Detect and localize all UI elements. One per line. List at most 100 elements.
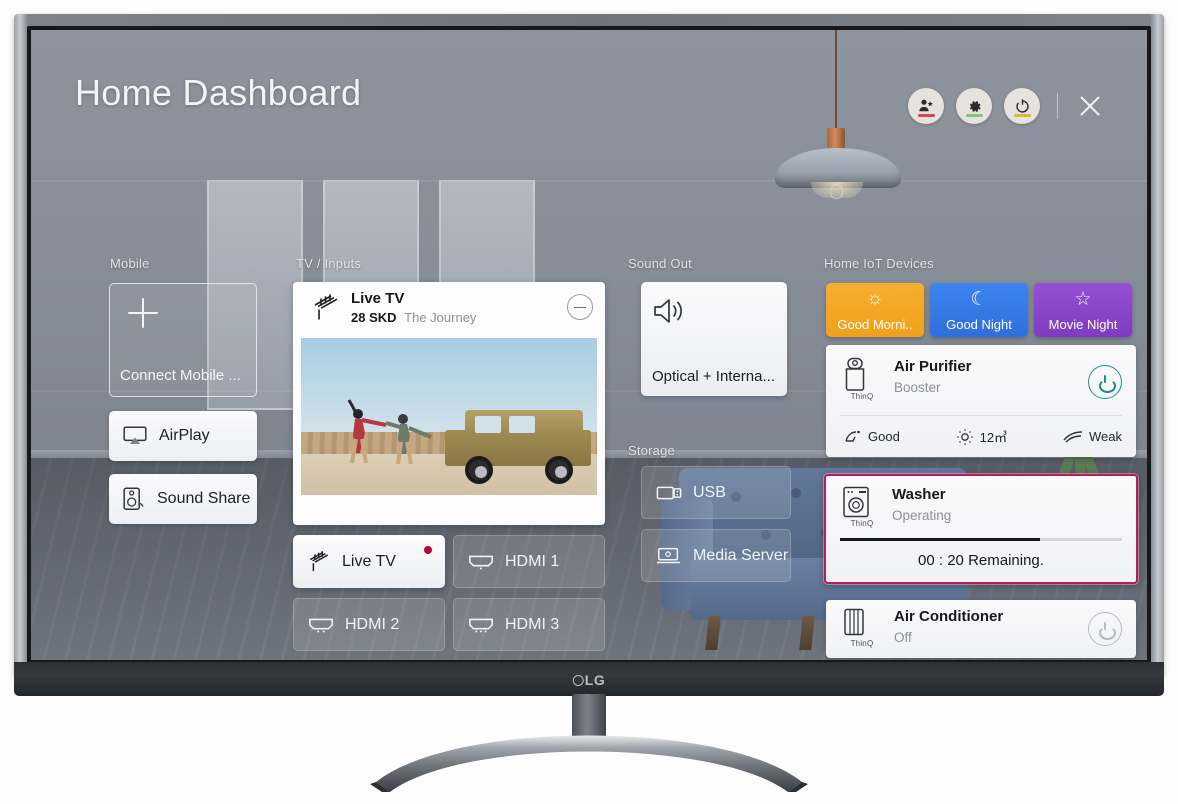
profile-underline xyxy=(917,114,935,117)
input-tile-hdmi-1[interactable]: HDMI 1 xyxy=(453,535,605,588)
settings-underline xyxy=(965,114,983,117)
airplay-tile[interactable]: AirPlay xyxy=(109,411,257,461)
tv-stand-base xyxy=(370,735,808,792)
air-quality-icon xyxy=(845,430,860,442)
scene-tile-good-night[interactable]: ☾ Good Night xyxy=(930,283,1028,337)
storage-tile-usb[interactable]: USB xyxy=(641,466,791,519)
antenna-icon xyxy=(314,294,338,320)
refresh-power-icon xyxy=(1015,98,1029,113)
dancing-people-illustration xyxy=(347,399,432,465)
iot-card-air-conditioner[interactable]: ThinQ Air Conditioner Off xyxy=(826,600,1136,658)
section-label-mobile: Mobile xyxy=(110,256,150,271)
washer-progress-fill xyxy=(840,538,1041,541)
power-underline xyxy=(1013,114,1031,117)
section-label-storage: Storage xyxy=(628,443,675,458)
section-label-tv-inputs: TV / Inputs xyxy=(296,256,362,271)
air-quality-stats: Good 12㎥ Weak xyxy=(844,427,1122,446)
moon-icon: ☾ xyxy=(970,289,988,310)
media-server-icon xyxy=(656,547,681,563)
live-tv-header: Live TV 28 SKD The Journey xyxy=(293,282,605,335)
iot-card-air-purifier[interactable]: ThinQ Air Purifier Booster Good 12㎥ Weak xyxy=(826,345,1136,457)
device-state: Booster xyxy=(894,380,941,395)
airflow-icon xyxy=(1063,430,1083,443)
storage-label: USB xyxy=(693,483,726,501)
accessibility-profile-icon[interactable] xyxy=(908,88,944,124)
input-tile-hdmi-3[interactable]: HDMI 3 xyxy=(453,598,605,651)
scene-label: Movie Night xyxy=(1048,317,1118,332)
device-name: Washer xyxy=(892,486,946,503)
live-tv-preview-card[interactable]: Live TV 28 SKD The Journey xyxy=(293,282,605,525)
live-tv-thumbnail xyxy=(301,338,597,495)
tv-inner-bezel: Home Dashboard Mobile Connect Mobile ...… xyxy=(27,26,1151,664)
input-tile-live-tv[interactable]: Live TV xyxy=(293,535,445,588)
usb-icon xyxy=(656,486,682,499)
storage-tile-media-server[interactable]: Media Server xyxy=(641,529,791,582)
device-name: Air Purifier xyxy=(894,358,972,375)
active-indicator-dot xyxy=(424,546,432,554)
settings-gear-icon[interactable] xyxy=(956,88,992,124)
gear-icon xyxy=(969,100,981,112)
tv-screen: Home Dashboard Mobile Connect Mobile ...… xyxy=(31,30,1147,660)
scene-label: Good Morni.. xyxy=(837,317,913,332)
speaker-share-icon xyxy=(123,487,144,510)
lg-logo: LG xyxy=(572,672,606,688)
sound-share-label: Sound Share xyxy=(157,490,251,507)
stat-air-quality: Good xyxy=(844,429,900,445)
washer-remaining-label: 00 : 20 Remaining. xyxy=(918,552,1044,569)
power-icon xyxy=(1098,621,1116,640)
thinq-label: ThinQ xyxy=(850,639,874,648)
close-icon[interactable] xyxy=(1075,91,1105,121)
header-controls xyxy=(908,88,1105,124)
tv-set: Home Dashboard Mobile Connect Mobile ...… xyxy=(0,0,1178,804)
live-tv-title: Live TV xyxy=(351,290,405,307)
page-title: Home Dashboard xyxy=(75,72,362,113)
input-label: HDMI 3 xyxy=(505,615,560,633)
scene-tile-good-morning[interactable]: ☼ Good Morni.. xyxy=(826,283,924,337)
sound-share-tile[interactable]: Sound Share xyxy=(109,474,257,524)
input-tile-hdmi-2[interactable]: HDMI 2 xyxy=(293,598,445,651)
stat-label: Good xyxy=(868,429,900,444)
thinq-label: ThinQ xyxy=(850,519,874,528)
connect-mobile-label: Connect Mobile ... xyxy=(120,367,241,384)
scene-label: Good Night xyxy=(946,317,1012,332)
power-icon xyxy=(1098,374,1116,393)
sound-out-card[interactable]: Optical + Interna... xyxy=(641,282,787,396)
sound-out-label: Optical + Interna... xyxy=(652,368,775,385)
power-toggle-air-purifier[interactable] xyxy=(1088,365,1122,399)
iot-card-washer[interactable]: ThinQ Washer Operating 00 : 20 Remaining… xyxy=(824,474,1138,584)
air-conditioner-icon: ThinQ xyxy=(842,608,882,648)
stat-label: 12㎥ xyxy=(979,430,1008,445)
plus-icon xyxy=(128,298,158,328)
header-divider xyxy=(1057,93,1058,119)
stat-airflow: Weak xyxy=(1063,429,1122,444)
tv-bezel: Home Dashboard Mobile Connect Mobile ...… xyxy=(14,14,1164,676)
washer-icon: ThinQ xyxy=(842,486,882,528)
washer-progress-bar xyxy=(840,538,1122,541)
hdmi-icon xyxy=(469,618,493,633)
input-label: Live TV xyxy=(342,552,396,570)
antenna-icon xyxy=(309,550,329,571)
person-star-icon xyxy=(919,99,933,112)
minus-circle-icon[interactable] xyxy=(567,294,593,320)
air-purifier-icon: ThinQ xyxy=(842,357,882,401)
hdmi-icon xyxy=(309,618,333,633)
power-refresh-icon[interactable] xyxy=(1004,88,1040,124)
section-label-sound-out: Sound Out xyxy=(628,256,692,271)
scene-tile-movie-night[interactable]: ☆ Movie Night xyxy=(1034,283,1132,337)
speaker-icon xyxy=(654,299,682,323)
input-label: HDMI 2 xyxy=(345,615,400,633)
live-tv-channel: 28 SKD The Journey xyxy=(351,310,476,325)
device-name: Air Conditioner xyxy=(894,608,1004,625)
channel-number: 28 SKD xyxy=(351,310,397,325)
connect-mobile-tile[interactable]: Connect Mobile ... xyxy=(109,283,257,397)
power-toggle-air-conditioner[interactable] xyxy=(1088,612,1122,646)
home-dashboard-overlay: Home Dashboard Mobile Connect Mobile ...… xyxy=(31,30,1147,660)
device-state: Operating xyxy=(892,508,952,523)
section-label-home-iot: Home IoT Devices xyxy=(824,256,934,271)
airplay-icon xyxy=(123,426,147,444)
card-divider xyxy=(840,415,1122,416)
star-icon: ☆ xyxy=(1074,289,1092,310)
hdmi-icon xyxy=(469,555,493,570)
lg-logo-text: LG xyxy=(584,672,606,688)
input-label: HDMI 1 xyxy=(505,552,560,570)
